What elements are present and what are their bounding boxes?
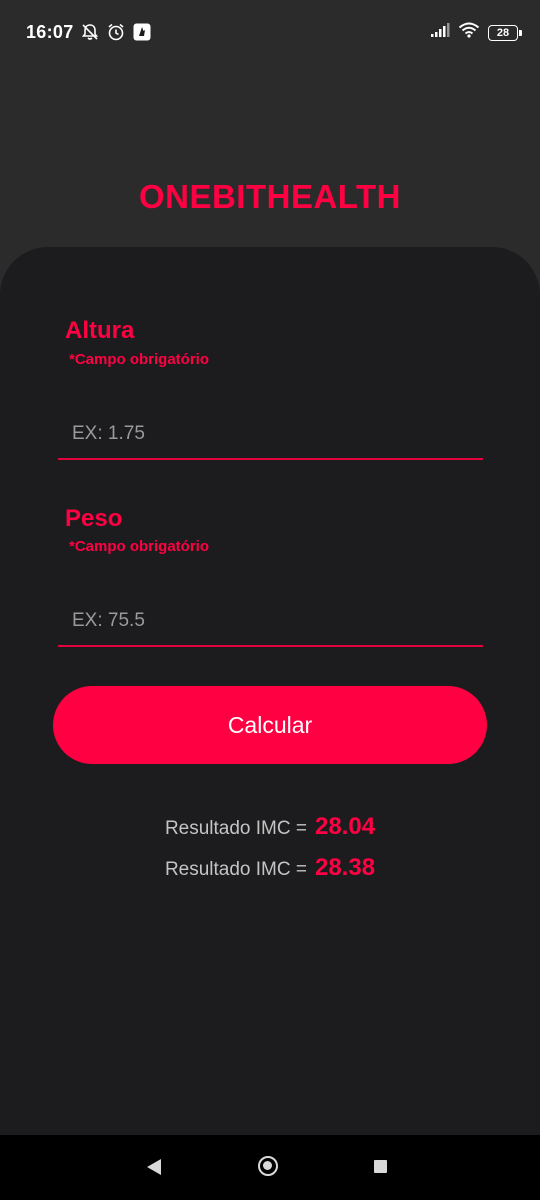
app-title: ONEBITHEALTH	[138, 178, 402, 215]
weight-label: Peso	[65, 505, 123, 532]
navigation-bar	[0, 1135, 540, 1200]
home-icon[interactable]	[258, 1156, 278, 1176]
status-bar: 16:07 28	[0, 0, 540, 64]
form-panel: Altura *Campo obrigatório Peso *Campo ob…	[0, 247, 540, 1135]
result-label: Resultado IMC =	[164, 859, 307, 880]
result-value: 28.04	[314, 813, 376, 840]
status-icons-left	[80, 22, 152, 47]
battery-icon: 28	[488, 24, 522, 41]
height-label: Altura	[65, 317, 135, 344]
recents-icon[interactable]	[374, 1160, 387, 1173]
result-value: 28.38	[314, 854, 376, 881]
height-input[interactable]	[58, 410, 483, 460]
bell-off-icon	[80, 22, 100, 47]
app-notification-icon	[132, 22, 152, 47]
weight-required-text: *Campo obrigatório	[69, 538, 210, 555]
alarm-icon	[106, 22, 126, 47]
status-icons-right: 28	[430, 22, 522, 43]
result-line: Resultado IMC = 28.04	[0, 813, 540, 841]
app-screen: 16:07 28 ONEBITHEALTH Altura *Campo obri…	[0, 0, 540, 1200]
height-required-text: *Campo obrigatório	[69, 351, 210, 368]
result-label: Resultado IMC =	[164, 818, 307, 839]
weight-input[interactable]	[58, 597, 483, 647]
result-line: Resultado IMC = 28.38	[0, 854, 540, 882]
status-time: 16:07	[26, 22, 74, 42]
signal-icon	[430, 22, 450, 43]
back-icon[interactable]	[147, 1159, 161, 1175]
wifi-icon	[458, 22, 480, 43]
calculate-button[interactable]: Calcular	[53, 686, 487, 764]
